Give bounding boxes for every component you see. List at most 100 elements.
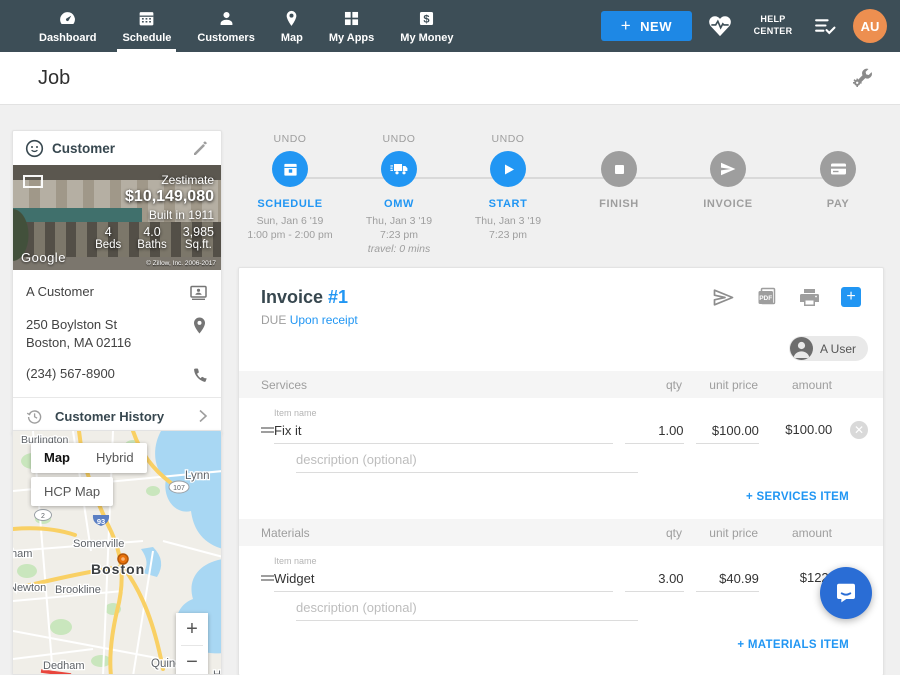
item-name-input[interactable]: Fix it	[274, 421, 613, 444]
help-center-link[interactable]: HELP CENTER	[748, 14, 798, 37]
drag-handle[interactable]	[261, 573, 274, 592]
nav-items: Dashboard Schedule Customers Map My Apps…	[26, 0, 466, 52]
unit-price-input[interactable]: $40.99	[696, 569, 759, 592]
qty-input[interactable]: 1.00	[625, 421, 683, 444]
svg-text:Lynn: Lynn	[185, 470, 210, 482]
svg-text:Newton: Newton	[13, 582, 46, 594]
drag-handle[interactable]	[261, 425, 274, 444]
stat-baths: 4.0Baths	[137, 225, 166, 251]
unit-price-cell: $100.00	[684, 421, 759, 444]
map-zoom-control: + −	[176, 613, 208, 675]
undo-placeholder	[668, 133, 788, 146]
unit-price-input[interactable]: $100.00	[696, 421, 759, 444]
map-type-hybrid-button[interactable]: Hybrid	[83, 443, 147, 473]
unit-price-column-header: unit price	[682, 378, 758, 392]
item-name-block: Item name Widget	[274, 556, 613, 592]
zoom-in-button[interactable]: +	[176, 613, 208, 645]
nav-item-my-money[interactable]: $ My Money	[387, 0, 466, 52]
invoice-title: Invoice #1	[261, 287, 348, 308]
pdf-icon[interactable]: PDF	[756, 287, 778, 307]
invoice-title-text: Invoice	[261, 287, 323, 307]
nav-item-label: Dashboard	[39, 32, 96, 44]
plus-icon: +	[621, 16, 631, 36]
zoom-out-button[interactable]: −	[176, 646, 208, 675]
money-icon: $	[417, 9, 436, 28]
add-materials-item-link[interactable]: + MATERIALS ITEM	[737, 639, 849, 651]
due-value-link[interactable]: Upon receipt	[290, 313, 358, 327]
location-pin-icon[interactable]	[191, 316, 208, 335]
hcp-map-button[interactable]: HCP Map	[31, 477, 113, 506]
step-date: Sun, Jan 6 '19	[230, 214, 350, 228]
user-avatar[interactable]: AU	[853, 9, 887, 43]
phone-icon[interactable]	[190, 365, 208, 383]
pay-step-button[interactable]	[820, 151, 856, 187]
qty-column-header: qty	[611, 378, 682, 392]
calendar-icon	[282, 161, 299, 178]
undo-link[interactable]: UNDO	[230, 133, 350, 146]
undo-link[interactable]: UNDO	[339, 133, 459, 146]
nav-item-schedule[interactable]: Schedule	[109, 0, 184, 52]
map-type-map-button[interactable]: Map	[31, 443, 83, 473]
svg-text:Boston: Boston	[91, 561, 145, 577]
property-photo[interactable]: Zestimate $10,149,080 Built in 1911 4Bed…	[13, 165, 221, 270]
invoice-number[interactable]: #1	[328, 287, 348, 307]
invoice-card: Invoice #1 PDF + DUE Upon receipt A User…	[238, 267, 884, 675]
item-name-input[interactable]: Widget	[274, 569, 613, 592]
history-icon	[26, 408, 43, 425]
apps-grid-icon	[342, 9, 361, 28]
job-settings-icon[interactable]	[850, 66, 874, 90]
task-list-icon[interactable]	[813, 16, 838, 36]
invoice-step-button[interactable]	[710, 151, 746, 187]
step-time: 7:23 pm	[448, 228, 568, 242]
description-row: description (optional)	[239, 444, 883, 473]
nav-item-map[interactable]: Map	[268, 0, 316, 52]
undo-link[interactable]: UNDO	[448, 133, 568, 146]
svg-text:107: 107	[173, 485, 185, 492]
new-button-label: NEW	[640, 19, 672, 34]
section-name: Materials	[261, 526, 611, 540]
assignee-pill[interactable]: A User	[789, 336, 868, 361]
zillow-copyright: © Zillow, Inc. 2006-2017	[146, 260, 216, 267]
print-icon[interactable]	[799, 288, 820, 307]
zestimate-label: Zestimate	[95, 173, 214, 187]
add-invoice-item-button[interactable]: +	[841, 287, 861, 307]
qty-cell: 3.00	[613, 569, 683, 592]
finish-step-button[interactable]	[601, 151, 637, 187]
stat-beds: 4Beds	[95, 225, 121, 251]
truck-icon	[390, 162, 409, 177]
omw-step-button[interactable]	[381, 151, 417, 187]
qty-cell: 1.00	[613, 421, 683, 444]
stat-sqft: 3,985Sq.ft.	[183, 225, 214, 251]
add-services-item-link[interactable]: + SERVICES ITEM	[746, 491, 849, 503]
schedule-step-button[interactable]	[272, 151, 308, 187]
send-invoice-icon[interactable]	[712, 288, 735, 307]
qty-input[interactable]: 3.00	[625, 569, 683, 592]
contact-card-icon[interactable]	[189, 283, 208, 302]
step-label: START	[448, 198, 568, 210]
new-button[interactable]: + NEW	[601, 11, 692, 41]
nav-item-dashboard[interactable]: Dashboard	[26, 0, 109, 52]
remove-item-button[interactable]: ✕	[850, 421, 868, 439]
job-location-pin	[118, 554, 128, 564]
description-row: description (optional)	[239, 592, 883, 621]
assignee-avatar	[790, 337, 813, 360]
description-input[interactable]: description (optional)	[296, 598, 638, 621]
assignee-row: A User	[239, 327, 883, 371]
top-navigation: Dashboard Schedule Customers Map My Apps…	[0, 0, 900, 52]
nav-item-label: My Money	[400, 32, 453, 44]
timeline-step-start: UNDO START Thu, Jan 3 '19 7:23 pm	[448, 133, 568, 242]
start-step-button[interactable]	[490, 151, 526, 187]
customer-address: 250 Boylston St Boston, MA 02116	[26, 316, 131, 351]
chat-launcher-button[interactable]	[820, 567, 872, 619]
play-icon	[501, 162, 516, 177]
unit-price-cell: $40.99	[684, 569, 759, 592]
description-input[interactable]: description (optional)	[296, 450, 638, 473]
edit-pencil-icon[interactable]	[192, 140, 209, 157]
nav-item-customers[interactable]: Customers	[184, 0, 267, 52]
svg-text:$: $	[424, 13, 430, 25]
customer-history-row[interactable]: Customer History	[13, 397, 221, 434]
map-card[interactable]: Burlington Lynn Somerville ham Boston Ne…	[12, 430, 222, 675]
nav-item-my-apps[interactable]: My Apps	[316, 0, 387, 52]
heart-pulse-icon[interactable]	[707, 14, 733, 38]
step-label: SCHEDULE	[230, 198, 350, 210]
